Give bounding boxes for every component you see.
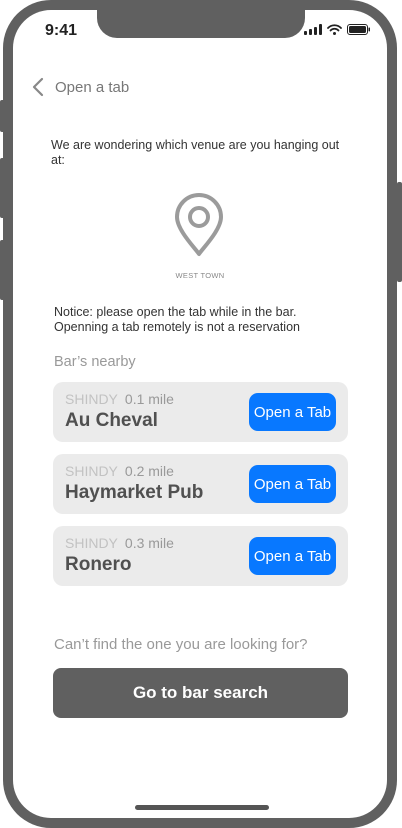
bar-meta: SHINDY 0.1 mile <box>65 391 174 407</box>
bar-distance: 0.2 mile <box>124 463 174 479</box>
wifi-icon <box>327 24 342 35</box>
volume-up-button <box>0 158 5 218</box>
power-button <box>397 182 402 282</box>
notice-text: Notice: please open the tab while in the… <box>54 305 300 334</box>
bar-search-button[interactable]: Go to bar search <box>53 668 348 718</box>
nearby-heading: Bar’s nearby <box>54 354 136 370</box>
map-pin-icon <box>175 193 223 256</box>
bar-tag: SHINDY <box>65 463 118 479</box>
bar-name: Au Cheval <box>65 410 158 431</box>
chevron-left-icon <box>32 77 44 97</box>
screen: 9:41 Open a tab We are wondering which v… <box>13 10 387 818</box>
location-label: WEST TOWN <box>175 271 225 280</box>
bar-meta: SHINDY 0.2 mile <box>65 463 174 479</box>
status-time: 9:41 <box>45 22 78 39</box>
battery-icon <box>347 24 371 35</box>
bar-name: Ronero <box>65 554 132 575</box>
volume-down-button <box>0 240 5 300</box>
back-button[interactable]: Open a tab <box>29 76 129 98</box>
bar-meta: SHINDY 0.3 mile <box>65 535 174 551</box>
intro-text: We are wondering which venue are you han… <box>51 138 340 167</box>
notch <box>97 10 305 38</box>
open-tab-button[interactable]: Open a Tab <box>249 393 336 431</box>
bar-card: SHINDY 0.1 mile Au Cheval Open a Tab <box>53 382 348 442</box>
cant-find-text: Can’t find the one you are looking for? <box>54 636 308 653</box>
bar-card: SHINDY 0.3 mile Ronero Open a Tab <box>53 526 348 586</box>
bar-tag: SHINDY <box>65 535 118 551</box>
status-icons <box>304 24 371 35</box>
page-title: Open a tab <box>55 78 130 96</box>
signal-icon <box>304 24 322 35</box>
bar-distance: 0.3 mile <box>124 535 174 551</box>
bar-distance: 0.1 mile <box>124 391 174 407</box>
home-indicator[interactable] <box>135 805 269 810</box>
open-tab-button[interactable]: Open a Tab <box>249 537 336 575</box>
silent-switch <box>0 100 5 132</box>
bar-tag: SHINDY <box>65 391 118 407</box>
bar-card: SHINDY 0.2 mile Haymarket Pub Open a Tab <box>53 454 348 514</box>
open-tab-button[interactable]: Open a Tab <box>249 465 336 503</box>
bar-name: Haymarket Pub <box>65 482 204 503</box>
